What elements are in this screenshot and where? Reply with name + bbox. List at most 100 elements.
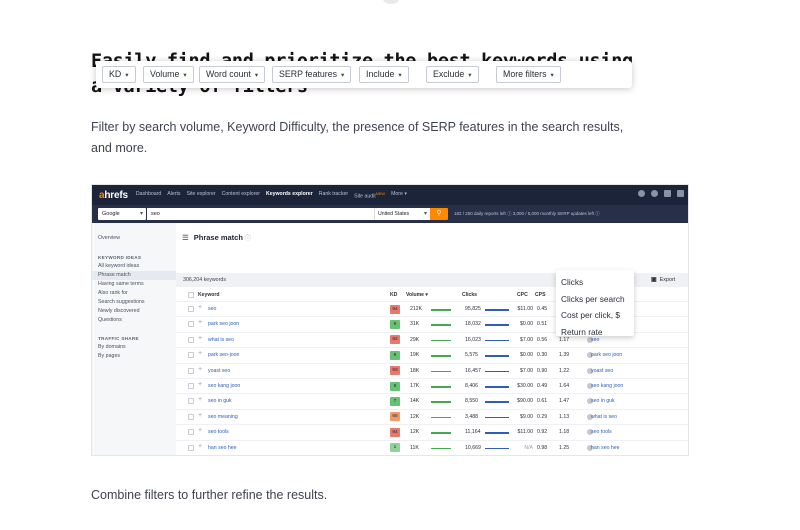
keyword-link[interactable]: seo in guk — [208, 398, 232, 404]
sidebar-item-questions[interactable]: Questions — [98, 316, 176, 325]
row-checkbox[interactable] — [188, 383, 194, 389]
row-checkbox[interactable] — [188, 321, 194, 328]
sidebar-item-search-suggestions[interactable]: Search suggestions — [98, 298, 176, 307]
menu-icon[interactable]: ☰ — [182, 233, 189, 242]
column-header-cpc[interactable]: CPC — [517, 292, 528, 298]
add-to-list-icon[interactable]: + — [198, 335, 202, 342]
nav-item-alerts[interactable]: Alerts — [167, 191, 180, 200]
sidebar-item-by-domains[interactable]: By domains — [98, 343, 176, 352]
filter-kd-button[interactable]: KD ▾ — [102, 66, 136, 83]
keyword-search-input[interactable]: seo — [147, 208, 374, 220]
filter-volume-button[interactable]: Volume ▾ — [143, 66, 194, 83]
sidebar-item-all-keyword-ideas[interactable]: All keyword ideas — [98, 262, 176, 271]
keyword-link[interactable]: what is seo — [208, 337, 234, 343]
filter-label: Include — [366, 69, 395, 79]
row-checkbox[interactable] — [188, 352, 194, 359]
row-checkbox[interactable] — [188, 398, 194, 405]
nav-item-site-explorer[interactable]: Site explorer — [187, 191, 216, 200]
menu-item-clicks[interactable]: Clicks — [556, 274, 634, 291]
add-to-list-icon[interactable]: + — [198, 412, 202, 419]
keyword-link[interactable]: seo — [208, 306, 216, 312]
menu-item-clicks-per-search[interactable]: Clicks per search — [556, 291, 634, 308]
column-header-keyword[interactable]: Keyword — [198, 292, 220, 298]
row-checkbox[interactable] — [188, 444, 194, 451]
column-header-clicks[interactable]: Clicks — [462, 292, 477, 298]
row-checkbox[interactable] — [188, 306, 194, 312]
column-header-cps[interactable]: CPS — [535, 292, 545, 298]
search-bar: Google seo United States ⚲ 182 / 250 dai… — [92, 205, 688, 223]
parent-topic-link[interactable]: what is seo — [591, 414, 617, 420]
sidebar-item-by-pages[interactable]: By pages — [98, 352, 176, 361]
search-engine-select[interactable]: Google — [98, 208, 146, 220]
export-button[interactable]: ▣ Export — [651, 276, 675, 283]
parent-topic-link[interactable]: park seo joon — [591, 352, 622, 358]
column-header-kd[interactable]: KD — [390, 292, 397, 298]
keyword-link[interactable]: yoast seo — [208, 368, 230, 374]
chevron-down-icon: ▾ — [468, 72, 472, 79]
add-to-list-icon[interactable]: + — [198, 443, 202, 450]
filter-include-button[interactable]: Include ▾ — [359, 66, 409, 83]
sidebar-heading-traffic-share: TRAFFIC SHARE — [98, 336, 139, 341]
filter-more-filters-button[interactable]: More filters ▾ — [496, 66, 561, 83]
row-checkbox[interactable] — [188, 413, 194, 420]
column-header-volume[interactable]: Volume ▾ — [406, 292, 428, 298]
add-to-list-icon[interactable]: + — [198, 319, 202, 326]
menu-item-return-rate[interactable]: Return rate — [556, 324, 634, 341]
keyword-link[interactable]: park seo-joon — [208, 352, 239, 358]
filter-serp-features-button[interactable]: SERP features ▾ — [272, 66, 352, 83]
parent-topic-link[interactable]: seo in guk — [591, 398, 615, 404]
volume-value: 19K — [410, 352, 420, 359]
keyword-link[interactable]: seo meaning — [208, 414, 238, 420]
add-to-list-icon[interactable]: + — [198, 427, 202, 434]
parent-topic-link[interactable]: yoast seo — [591, 368, 613, 374]
row-checkbox[interactable] — [188, 336, 194, 343]
keyword-link[interactable]: park seo joon — [208, 321, 239, 327]
row-checkbox[interactable] — [188, 429, 194, 436]
rr-value: 1.47 — [559, 398, 570, 405]
volume-value: 14K — [410, 398, 420, 405]
sidebar: Overview KEYWORD IDEAS All keyword ideas… — [92, 223, 176, 455]
cpc-value: $90.00 — [517, 398, 533, 405]
nav-item-dashboard[interactable]: Dashboard — [136, 191, 161, 200]
keyword-link[interactable]: seo tools — [208, 429, 229, 435]
menu-item-cost-per-click[interactable]: Cost per click, $ — [556, 307, 634, 324]
search-button[interactable]: ⚲ — [430, 208, 448, 220]
nav-item-rank-tracker[interactable]: Rank tracker — [319, 191, 348, 200]
chevron-down-icon: ▾ — [341, 72, 345, 79]
notifications-icon[interactable] — [651, 190, 658, 197]
country-select[interactable]: United States — [374, 208, 430, 220]
sidebar-item-also-rank-for[interactable]: Also rank for — [98, 289, 176, 298]
filter-word-count-button[interactable]: Word count ▾ — [199, 66, 266, 83]
window-icon[interactable] — [664, 190, 671, 197]
parent-topic-link[interactable]: seo tools — [591, 429, 612, 435]
account-icon[interactable] — [677, 190, 684, 197]
filter-exclude-button[interactable]: Exclude ▾ — [426, 66, 479, 83]
page-title: ☰ Phrase match ⓘ — [182, 233, 252, 242]
nav-item-more[interactable]: More ▾ — [391, 191, 407, 200]
nav-item-site-audit[interactable]: Site auditNEW — [354, 191, 385, 200]
sidebar-item-newly-discovered[interactable]: Newly discovered — [98, 307, 176, 316]
app-navbar: ahrefs Dashboard Alerts Site explorer Conte… — [92, 185, 688, 205]
cpc-value: $0.00 — [520, 352, 533, 359]
sidebar-item-phrase-match[interactable]: Phrase match — [92, 271, 176, 280]
nav-item-content-explorer[interactable]: Content explorer — [222, 191, 260, 200]
nav-item-keywords-explorer[interactable]: Keywords explorer — [266, 191, 313, 200]
ahrefs-logo[interactable]: ahrefs — [99, 190, 128, 201]
select-all-checkbox[interactable] — [188, 292, 194, 298]
keyword-link[interactable]: seo kang joon — [208, 383, 240, 389]
help-icon[interactable] — [638, 190, 645, 197]
parent-topic-link[interactable]: seo kang joon — [591, 383, 623, 389]
add-to-list-icon[interactable]: + — [198, 350, 202, 357]
parent-topic-link[interactable]: han seo hee — [591, 445, 620, 451]
add-to-list-icon[interactable]: + — [198, 396, 202, 403]
sidebar-item-having-same-terms[interactable]: Having same terms — [98, 280, 176, 289]
sidebar-item-overview[interactable]: Overview — [98, 234, 176, 243]
add-to-list-icon[interactable]: + — [198, 304, 202, 311]
add-to-list-icon[interactable]: + — [198, 366, 202, 373]
info-icon[interactable]: ⓘ — [245, 236, 251, 242]
rr-value: 1.18 — [559, 429, 570, 436]
kd-badge: 82 — [390, 335, 400, 345]
keyword-link[interactable]: han seo hee — [208, 445, 237, 451]
add-to-list-icon[interactable]: + — [198, 381, 202, 388]
row-checkbox[interactable] — [188, 367, 194, 374]
